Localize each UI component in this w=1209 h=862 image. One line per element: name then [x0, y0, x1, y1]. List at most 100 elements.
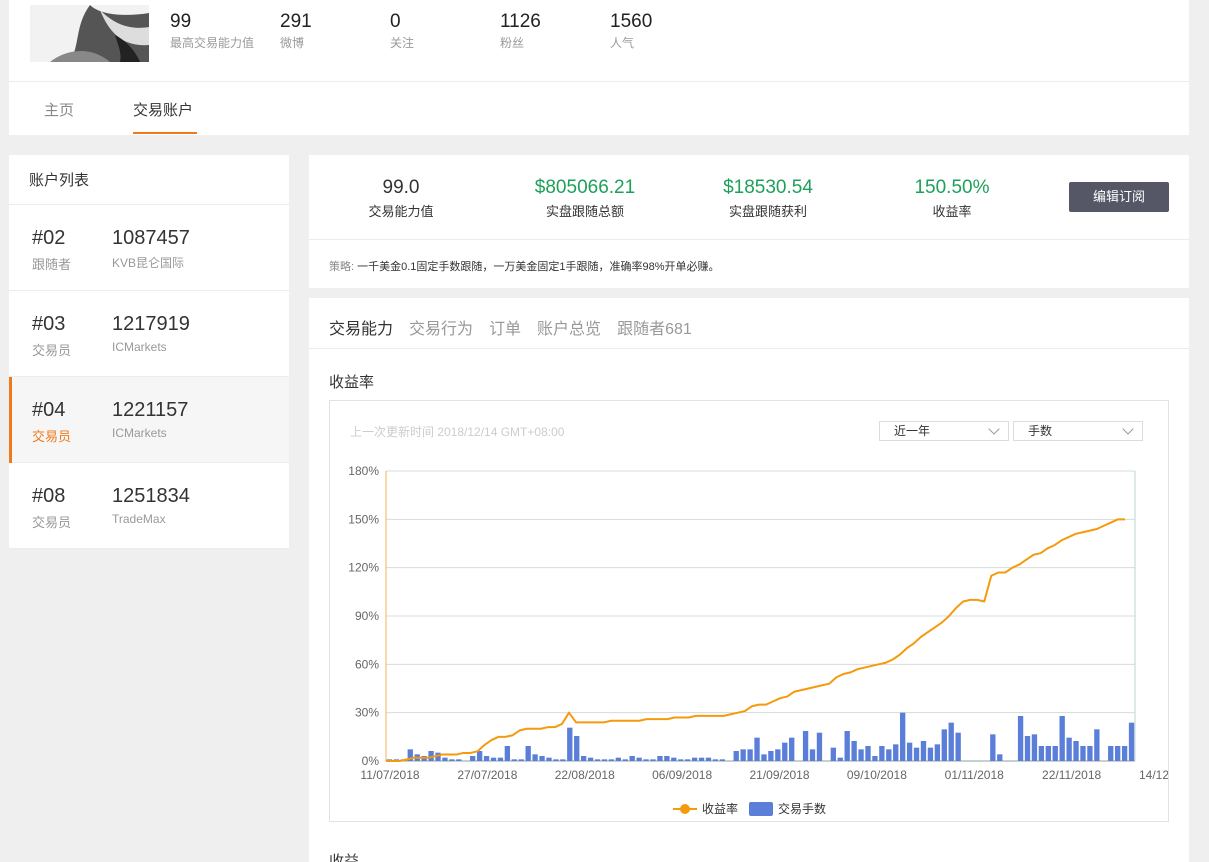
account-item[interactable]: #02 跟随者 1087457 KVB昆仑国际	[9, 205, 289, 291]
stat-label: 微博	[280, 36, 305, 50]
stat-value: 1560	[610, 11, 653, 32]
account-item[interactable]: #08 交易员 1251834 TradeMax	[9, 463, 289, 549]
summary-value: 99.0	[382, 177, 420, 198]
volume-bar	[789, 737, 795, 761]
summary-follow-profit: $18530.54 实盘跟随获利	[688, 177, 848, 220]
volume-bar	[865, 746, 871, 761]
avatar[interactable]	[30, 5, 149, 62]
stat-followers[interactable]: 1126 粉丝	[500, 11, 541, 50]
account-broker: ICMarkets	[112, 426, 167, 440]
legend-line-dot	[680, 804, 690, 814]
volume-bar	[782, 742, 788, 761]
account-broker: ICMarkets	[112, 340, 167, 354]
tab-account-overview[interactable]: 账户总览	[537, 315, 601, 339]
volume-bar	[893, 744, 899, 761]
volume-bar	[671, 757, 677, 761]
y-tick-label: 0%	[362, 754, 380, 768]
y-tick-label: 150%	[348, 512, 379, 526]
y-tick-label: 90%	[355, 609, 379, 623]
summary-value: 150.50%	[914, 177, 990, 198]
active-tab-indicator	[133, 132, 197, 134]
tab-trading-ability[interactable]: 交易能力	[329, 315, 393, 339]
volume-bar	[1087, 746, 1093, 761]
volume-bar	[470, 756, 476, 761]
volume-bar	[574, 736, 580, 761]
volume-bar	[948, 722, 954, 761]
volume-bar	[1080, 746, 1086, 761]
stat-label: 粉丝	[500, 36, 525, 50]
account-item[interactable]: #03 交易员 1217919 ICMarkets	[9, 291, 289, 377]
volume-bar	[511, 759, 517, 761]
stat-weibo[interactable]: 291 微博	[280, 11, 312, 50]
tab-followers[interactable]: 跟随者681	[617, 315, 692, 339]
volume-bar	[990, 734, 996, 761]
volume-bar	[483, 756, 490, 761]
volume-bar	[900, 712, 906, 761]
volume-bar	[1059, 716, 1065, 761]
account-role: 交易员	[32, 515, 72, 530]
account-number: #08	[32, 485, 66, 507]
volume-bar	[532, 754, 538, 761]
volume-bar	[934, 744, 941, 761]
account-number: #04	[32, 399, 66, 421]
volume-bar	[747, 749, 753, 761]
stat-following[interactable]: 0 关注	[390, 11, 414, 50]
stat-value: 291	[280, 11, 312, 32]
tab-trading-accounts[interactable]: 交易账户	[133, 99, 193, 120]
return-rate-chart-box: 上一次更新时间 2018/12/14 GMT+08:00 近一年 手数 0% 30…	[329, 400, 1169, 822]
x-tick-label: 27/07/2018	[457, 768, 517, 782]
volume-bar	[476, 751, 483, 761]
volume-bar	[518, 759, 524, 761]
volume-bar	[1114, 746, 1121, 761]
volume-bar	[1052, 746, 1058, 761]
tab-trading-behavior[interactable]: 交易行为	[409, 315, 473, 339]
summary-follow-total: $805066.21 实盘跟随总额	[505, 177, 665, 220]
tab-orders[interactable]: 订单	[489, 315, 521, 339]
volume-bar	[587, 757, 594, 761]
edit-subscription-button[interactable]: 编辑订阅	[1069, 182, 1169, 212]
volume-bar	[1045, 746, 1051, 761]
volume-bar	[851, 741, 857, 761]
account-id: 1251834	[112, 485, 190, 507]
summary-ability: 99.0 交易能力值	[321, 177, 481, 220]
detail-tabs: 交易能力 交易行为 订单 账户总览 跟随者681	[329, 315, 708, 338]
volume-bar	[601, 759, 608, 761]
summary-label: 交易能力值	[368, 204, 434, 219]
stat-ability: 99 最高交易能力值	[170, 11, 254, 50]
volume-bar	[955, 732, 961, 761]
legend-label: 交易手数	[778, 801, 826, 816]
volume-bar	[1038, 746, 1045, 761]
summary-label: 收益率	[932, 204, 972, 219]
volume-bar	[449, 759, 455, 761]
account-id: 1087457	[112, 227, 190, 249]
account-broker: TradeMax	[112, 512, 166, 526]
volume-bar	[913, 747, 920, 761]
volume-bar	[927, 747, 934, 761]
volume-bar	[1024, 736, 1031, 761]
volume-bar	[539, 756, 545, 761]
tab-home[interactable]: 主页	[44, 99, 74, 120]
volume-bar	[941, 729, 947, 761]
strategy-value: 一千美金0.1固定手数跟随，一万美金固定1手跟随，准确率98%开单必赚。	[357, 261, 720, 273]
volume-bar	[886, 749, 892, 761]
divider	[309, 348, 1189, 349]
y-tick-label: 60%	[355, 657, 379, 671]
volume-bar	[1031, 734, 1038, 761]
volume-bar	[497, 757, 504, 761]
volume-bar	[1066, 737, 1072, 761]
volume-bar	[830, 747, 836, 761]
volume-bar	[879, 746, 885, 761]
account-role: 交易员	[32, 343, 72, 358]
volume-bar	[650, 759, 656, 761]
volume-bar	[490, 757, 497, 761]
summary-return-rate: 150.50% 收益率	[872, 177, 1032, 220]
volume-bar	[456, 759, 462, 761]
volume-bar	[816, 732, 823, 761]
volume-bar	[802, 731, 809, 761]
summary-label: 实盘跟随获利	[728, 204, 807, 219]
volume-bar	[608, 759, 615, 761]
account-item-selected[interactable]: #04 交易员 1221157 ICMarkets	[9, 377, 289, 463]
volume-bar	[768, 751, 774, 761]
volume-bar	[691, 757, 698, 761]
x-tick-label: 06/09/2018	[652, 768, 712, 782]
